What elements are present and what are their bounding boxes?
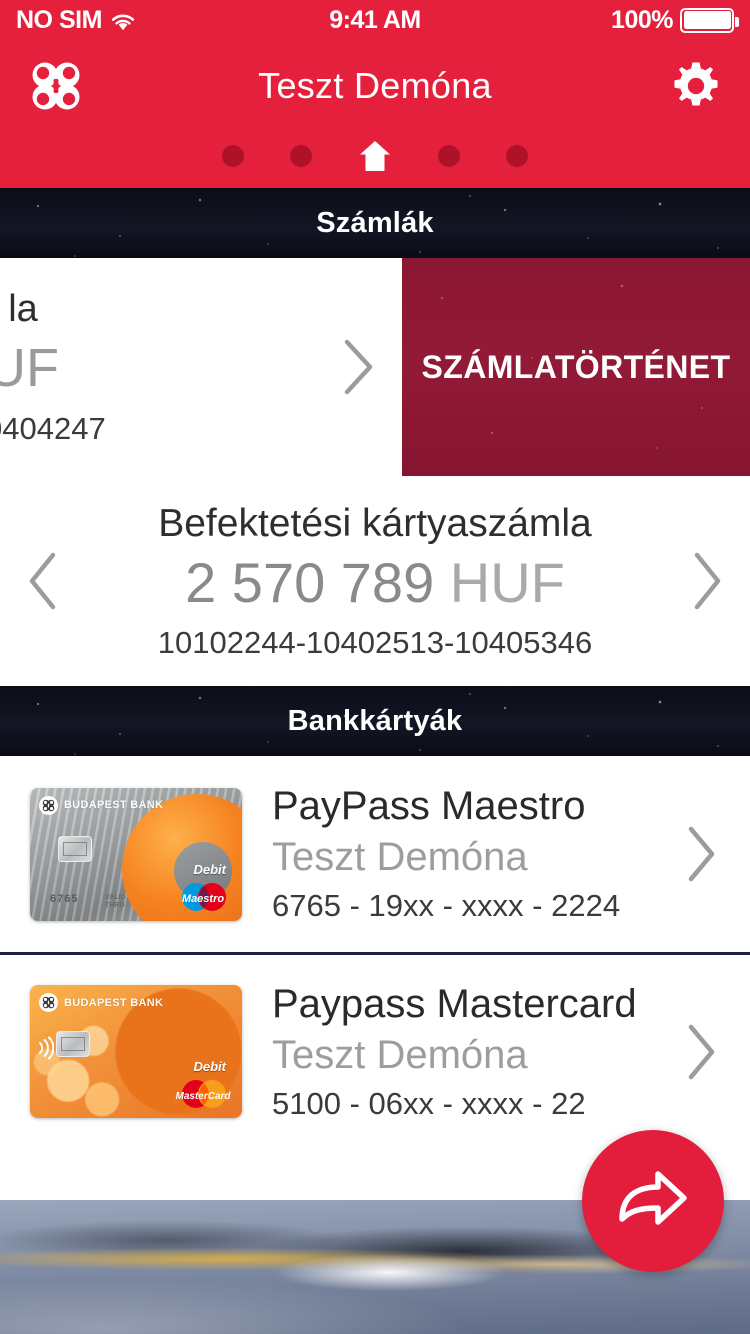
- contactless-icon: [36, 1035, 55, 1061]
- page-title: Teszt Demóna: [258, 65, 492, 106]
- page-indicator-dot-2[interactable]: [290, 145, 312, 167]
- account-number: 10102244-10402513-10405346: [157, 624, 593, 660]
- page-indicator[interactable]: [0, 132, 750, 188]
- gear-icon[interactable]: [668, 58, 724, 114]
- card-bank-mark: BUDAPEST BANK: [39, 993, 163, 1012]
- card-debit-label: Debit: [193, 861, 227, 877]
- card-owner: Teszt Demóna: [272, 1032, 528, 1077]
- account-history-action[interactable]: SZÁMLATÖRTÉNET: [402, 258, 750, 476]
- page-indicator-dot-5[interactable]: [506, 145, 528, 167]
- card-bank-label: BUDAPEST BANK: [64, 799, 164, 811]
- account-number: 3-10404247: [0, 410, 106, 446]
- status-bar: NO SIM 9:41 AM 100%: [0, 0, 750, 40]
- status-bar-right: 100%: [611, 5, 739, 35]
- card-thumbnail-mastercard: BUDAPEST BANK Debit MasterCard: [30, 985, 242, 1118]
- card-chip-icon: [56, 1031, 90, 1057]
- account-summary: Befektetési kártyaszámla 2 570 789 HUF 1…: [0, 502, 750, 661]
- card-thumbnail-maestro: BUDAPEST BANK 6765 VALID THRU Debit Maest…: [30, 787, 242, 921]
- accounts-section-header: Számlák: [0, 188, 750, 258]
- chevron-left-icon[interactable]: [26, 550, 60, 612]
- card-title: Paypass Mastercard: [272, 981, 637, 1026]
- share-arrow-icon: [614, 1167, 692, 1236]
- cards-section-title: Bankkártyák: [287, 704, 463, 737]
- budapest-bank-logo-small: [39, 993, 58, 1012]
- app-screen: NO SIM 9:41 AM 100% Teszt Demóna Számlák…: [0, 0, 750, 1334]
- card-bank-mark: BUDAPEST BANK: [39, 795, 164, 815]
- carrier-label: NO SIM: [16, 5, 102, 34]
- card-debit-label: Debit: [193, 1059, 227, 1074]
- battery-full-icon: [680, 7, 739, 33]
- account-name: Befektetési kártyaszámla: [158, 501, 592, 545]
- account-row[interactable]: Befektetési kártyaszámla 2 570 789 HUF 1…: [0, 476, 750, 686]
- chevron-right-icon[interactable]: [342, 337, 376, 397]
- chevron-right-icon[interactable]: [684, 825, 724, 883]
- chevron-right-icon[interactable]: [684, 1023, 724, 1081]
- maestro-logo: Maestro: [174, 879, 232, 915]
- page-indicator-dot-4[interactable]: [438, 145, 460, 167]
- cards-section-header: Bankkártyák: [0, 686, 750, 756]
- mastercard-logo: MasterCard: [174, 1076, 232, 1112]
- card-chip-icon: [58, 835, 92, 862]
- budapest-bank-logo[interactable]: [26, 56, 86, 116]
- card-bank-label: BUDAPEST BANK: [64, 996, 164, 1009]
- account-row-swiped[interactable]: la UF 3-10404247 SZÁMLATÖRTÉNET: [0, 258, 750, 476]
- account-history-label: SZÁMLATÖRTÉNET: [421, 348, 731, 385]
- budapest-bank-logo-small: [39, 795, 58, 815]
- bank-card-row[interactable]: BUDAPEST BANK Debit MasterCard Paypass M…: [0, 952, 750, 1148]
- account-summary[interactable]: la UF 3-10404247: [0, 258, 402, 476]
- account-balance: UF: [0, 337, 59, 398]
- wifi-icon: [110, 10, 136, 31]
- app-header: Teszt Demóna: [0, 40, 750, 188]
- account-balance-amount: 2 570 789: [185, 550, 435, 614]
- bank-card-row[interactable]: BUDAPEST BANK 6765 VALID THRU Debit Maest…: [0, 756, 750, 952]
- card-valid-thru-label: VALID THRU: [105, 894, 126, 910]
- account-balance-currency: HUF: [449, 550, 565, 614]
- battery-percent-label: 100%: [611, 5, 673, 34]
- page-indicator-dot-1[interactable]: [222, 145, 244, 167]
- transfer-fab-button[interactable]: [582, 1130, 724, 1272]
- chevron-right-icon[interactable]: [690, 550, 724, 612]
- card-details: PayPass Maestro Teszt Demóna 6765 - 19xx…: [272, 784, 674, 924]
- card-number: 6765 - 19xx - xxxx - 2224: [272, 888, 621, 923]
- svg-text:Maestro: Maestro: [182, 893, 224, 905]
- card-details: Paypass Mastercard Teszt Demóna 5100 - 0…: [272, 982, 674, 1122]
- card-owner: Teszt Demóna: [272, 835, 528, 879]
- header-row: Teszt Demóna: [0, 40, 750, 132]
- home-icon[interactable]: [358, 139, 392, 173]
- account-name: la: [8, 287, 38, 330]
- account-balance: 2 570 789 HUF: [0, 550, 750, 615]
- accounts-section-title: Számlák: [316, 206, 434, 239]
- status-bar-left: NO SIM: [16, 6, 136, 35]
- card-title: PayPass Maestro: [272, 784, 586, 828]
- card-art-digits: 6765: [50, 892, 79, 905]
- card-number: 5100 - 06xx - xxxx - 22: [272, 1085, 586, 1121]
- svg-text:MasterCard: MasterCard: [175, 1091, 231, 1102]
